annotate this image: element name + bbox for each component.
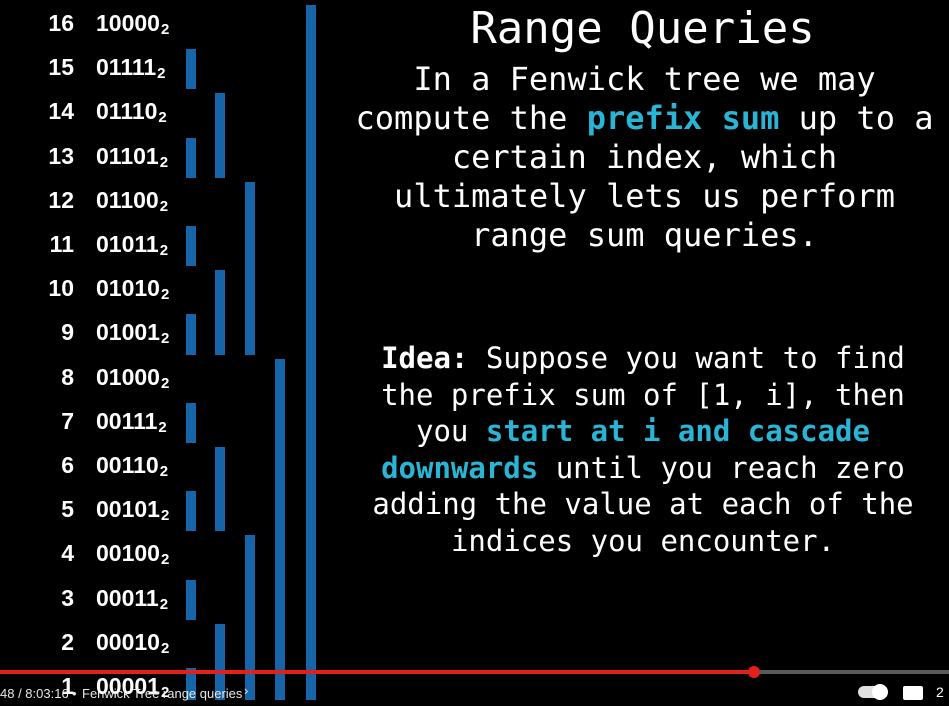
row-index: 14 — [48, 98, 74, 125]
row-index: 6 — [61, 452, 74, 478]
binary-digits: 01111 — [96, 54, 157, 81]
responsibility-bar — [186, 402, 196, 443]
binary-digits: 01010 — [96, 275, 160, 302]
time-separator: • — [72, 686, 77, 701]
idea-paragraph: Idea: Suppose you want to find the prefi… — [372, 341, 914, 558]
binary-digits: 01110 — [96, 98, 158, 125]
responsibility-bar — [275, 358, 285, 700]
binary-base-subscript: 2 — [159, 197, 169, 215]
binary-base-subscript: 2 — [158, 109, 167, 127]
binary-digits: 01011 — [96, 231, 159, 257]
responsibility-bar — [186, 137, 196, 178]
row-index: 16 — [48, 10, 74, 36]
idea-label: Idea: — [381, 341, 469, 375]
binary-digits: 00110 — [96, 452, 159, 478]
row-binary: 011012 — [96, 143, 168, 176]
binary-base-subscript: 2 — [158, 418, 167, 436]
binary-digits: 01000 — [96, 363, 160, 390]
row-binary: 010112 — [96, 231, 168, 264]
row-binary: 010102 — [96, 275, 169, 308]
row-index: 4 — [61, 540, 74, 567]
binary-base-subscript: 2 — [159, 242, 169, 259]
binary-digits: 10000 — [96, 10, 160, 36]
row-index: 9 — [61, 319, 74, 346]
prefix-sum-highlight: prefix sum — [586, 99, 780, 137]
player-controls: 48 / 8:03:16 • Fenwick Tree range querie… — [0, 680, 949, 701]
responsibility-bar — [186, 49, 196, 90]
binary-digits: 01001 — [96, 319, 160, 346]
responsibility-bar — [306, 5, 316, 700]
binary-base-subscript: 2 — [159, 595, 169, 613]
row-index: 3 — [61, 584, 74, 611]
binary-digits: 01100 — [96, 186, 159, 213]
binary-base-subscript: 2 — [159, 463, 169, 480]
binary-base-subscript: 2 — [160, 374, 170, 392]
intro-paragraph: In a Fenwick tree we may compute the pre… — [355, 60, 934, 254]
binary-digits: 01101 — [96, 142, 159, 169]
responsibility-bar — [215, 447, 225, 532]
binary-base-subscript: 2 — [160, 551, 170, 569]
settings-icon[interactable]: 2 — [936, 684, 944, 700]
binary-digits: 00010 — [96, 628, 160, 655]
responsibility-bar — [186, 226, 196, 267]
binary-digits: 00111 — [96, 407, 158, 434]
row-binary: 100002 — [96, 10, 169, 43]
responsibility-bar — [186, 579, 196, 620]
row-index: 13 — [48, 142, 74, 169]
binary-digits: 00101 — [96, 496, 160, 523]
time-display: 48 / 8:03:16 — [0, 686, 69, 701]
row-binary: 001112 — [96, 408, 167, 441]
responsibility-bar — [186, 491, 196, 532]
row-index: 2 — [61, 628, 74, 655]
row-binary: 010012 — [96, 319, 169, 352]
responsibility-bar — [245, 181, 255, 355]
row-binary: 001102 — [96, 452, 168, 485]
row-binary: 010002 — [96, 364, 169, 397]
binary-base-subscript: 2 — [159, 153, 169, 171]
binary-digits: 00100 — [96, 540, 160, 567]
responsibility-bar — [245, 535, 255, 700]
progress-fill — [0, 670, 755, 674]
row-index: 8 — [61, 363, 74, 390]
binary-base-subscript: 2 — [160, 286, 170, 304]
binary-base-subscript: 2 — [157, 65, 166, 83]
row-index: 12 — [48, 186, 74, 213]
binary-base-subscript: 2 — [160, 639, 170, 657]
row-index: 11 — [49, 231, 74, 257]
row-binary: 011112 — [96, 54, 166, 87]
row-index: 15 — [48, 54, 74, 81]
autoplay-toggle[interactable] — [858, 684, 888, 700]
video-frame[interactable]: 16 100002 15 011112 14 011102 13 011012 12 011002… — [0, 0, 949, 701]
progress-bar[interactable] — [0, 666, 949, 678]
subtitles-icon[interactable] — [903, 686, 923, 700]
binary-base-subscript: 2 — [160, 21, 170, 38]
chapter-title[interactable]: Fenwick Tree range queries — [82, 686, 242, 701]
binary-digits: 00011 — [96, 584, 159, 611]
row-index: 5 — [61, 496, 74, 523]
row-binary: 000102 — [96, 629, 169, 662]
chevron-right-icon[interactable]: › — [244, 683, 248, 698]
row-index: 10 — [48, 275, 74, 302]
responsibility-bar — [186, 314, 196, 355]
row-binary: 011002 — [96, 187, 168, 220]
row-binary: 000112 — [96, 585, 168, 618]
slide-title: Range Queries — [470, 3, 815, 54]
row-index: 7 — [61, 407, 74, 434]
binary-base-subscript: 2 — [160, 507, 170, 525]
row-binary: 001012 — [96, 496, 169, 529]
row-binary: 011102 — [96, 98, 167, 131]
responsibility-bar — [215, 93, 225, 178]
row-binary: 001002 — [96, 540, 169, 573]
responsibility-bar — [215, 270, 225, 355]
binary-base-subscript: 2 — [160, 330, 170, 348]
